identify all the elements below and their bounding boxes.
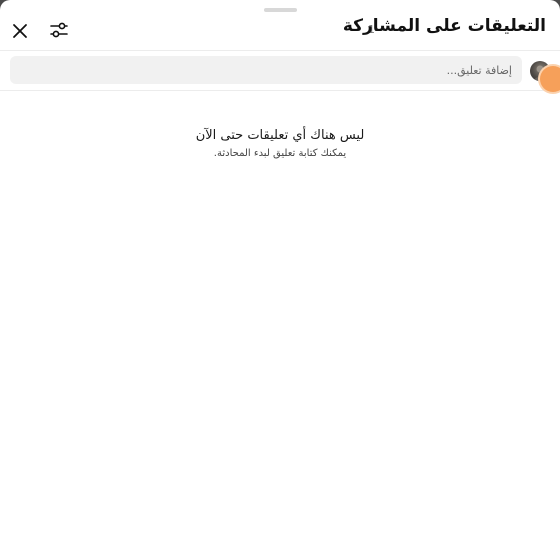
empty-state: ليس هناك أي تعليقات حتى الآن يمكنك كتابة… [0,128,560,159]
comment-composer [0,51,560,91]
empty-state-title: ليس هناك أي تعليقات حتى الآن [195,128,365,143]
status-badge [540,66,560,92]
drag-handle[interactable] [264,8,297,12]
sheet-title: التعليقات على المشاركة [342,16,546,36]
close-icon [13,24,27,38]
filter-button[interactable] [47,18,71,42]
empty-state-subtitle: يمكنك كتابة تعليق لبدء المحادثة. [213,148,347,159]
close-button[interactable] [9,20,31,42]
comments-sheet: 1 التعليقات على المشاركة ليس هناك أي تعل… [0,0,560,560]
sliders-icon [50,22,68,38]
sheet-header: 1 التعليقات على المشاركة [0,14,560,51]
comment-input[interactable] [10,56,522,84]
